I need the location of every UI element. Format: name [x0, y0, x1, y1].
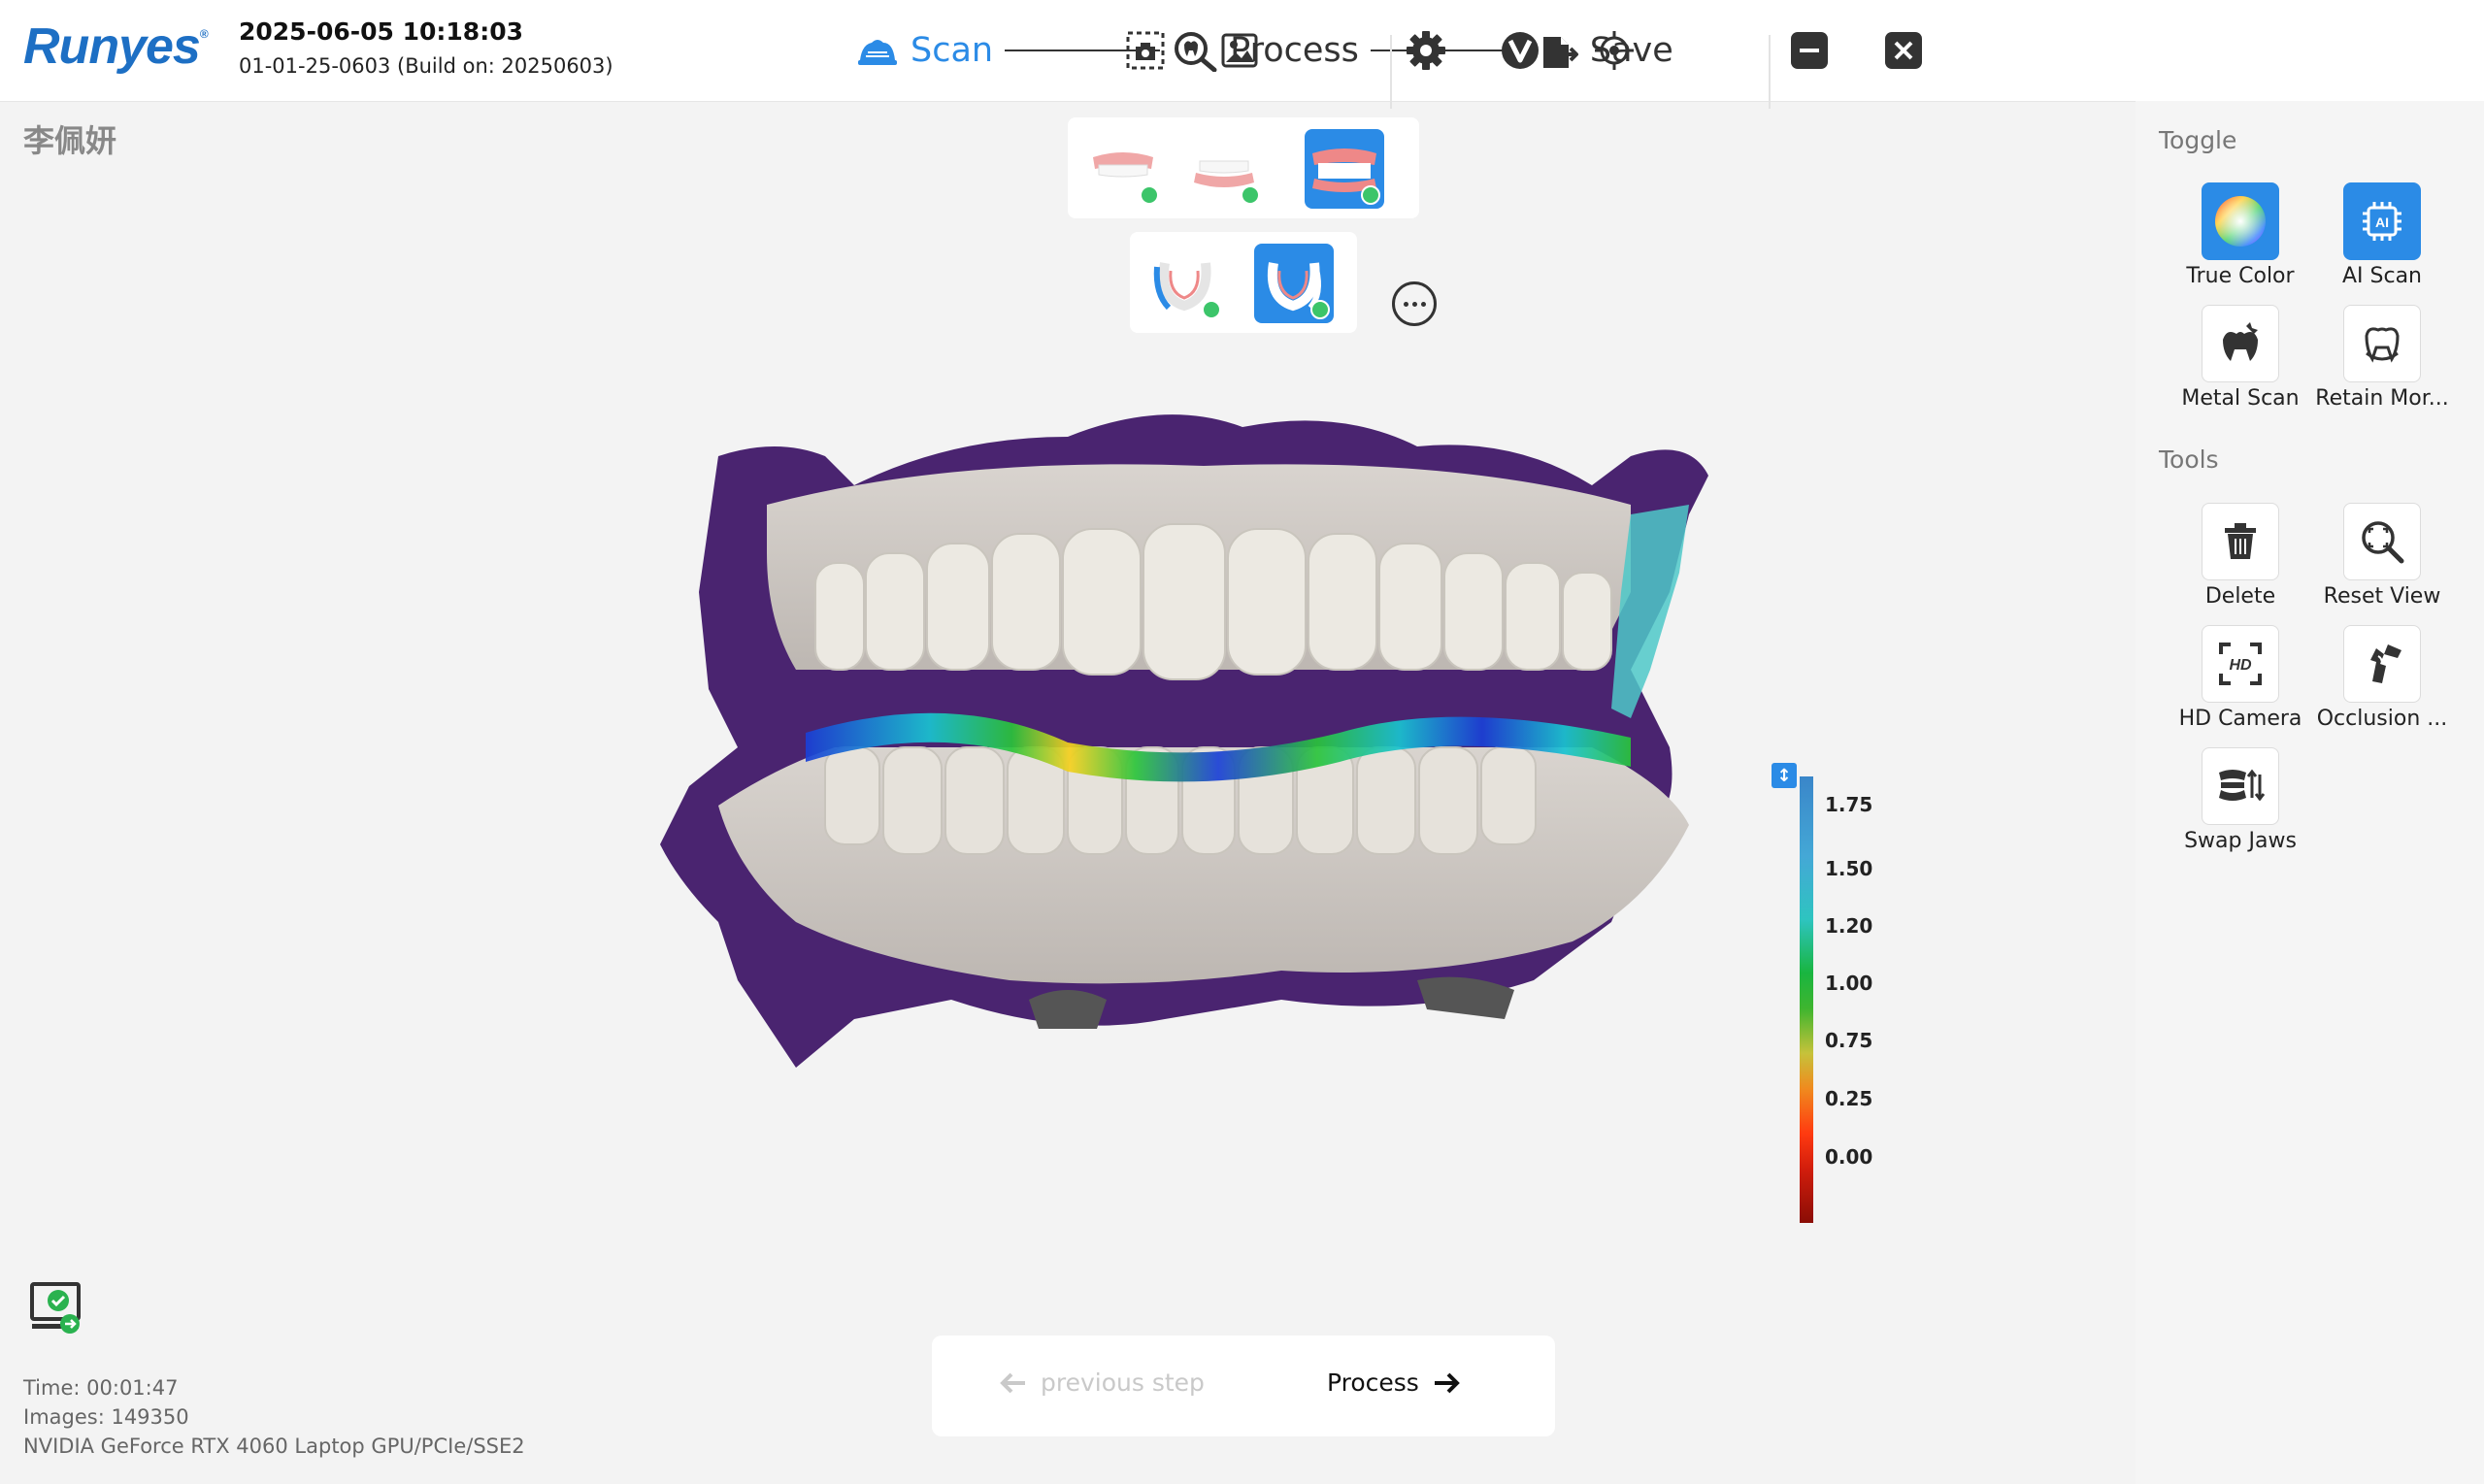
delete-tool[interactable]: Delete: [2172, 503, 2308, 609]
scan-stage-selector: [1068, 117, 1419, 218]
patient-name: 李佩妍: [23, 122, 117, 159]
settings-button[interactable]: [1397, 21, 1455, 80]
device-status-icon[interactable]: [29, 1281, 85, 1337]
tool-label: HD Camera: [2178, 707, 2302, 731]
locate-button[interactable]: [1585, 21, 1643, 80]
color-wheel-icon: [2215, 196, 2266, 247]
true-color-toggle[interactable]: True Color: [2172, 182, 2308, 288]
crosshair-icon: [1595, 31, 1634, 70]
occlusion-tool[interactable]: Occlusion ...: [2314, 625, 2450, 731]
scale-label: 0.75: [1825, 1029, 1873, 1052]
reset-view-tool[interactable]: Reset View: [2314, 503, 2450, 609]
ai-chip-icon: AI: [2363, 202, 2401, 241]
image-gallery-icon: [1221, 33, 1258, 68]
tool-label: AI Scan: [2341, 264, 2423, 288]
dot-icon: [1411, 301, 1417, 307]
previous-step-button[interactable]: previous step: [1000, 1369, 1205, 1397]
buccal-selector: [1130, 232, 1357, 333]
more-options-button[interactable]: [1392, 281, 1437, 326]
svg-text:HD: HD: [2229, 657, 2252, 674]
toggle-box: [2343, 305, 2421, 382]
tool-box: HD: [2202, 625, 2279, 703]
right-tool-panel: Toggle True Color AI AI Scan Metal Scan …: [2136, 101, 2484, 1484]
build-info: 01-01-25-0603 (Build on: 20250603): [239, 54, 613, 78]
close-button[interactable]: [1874, 21, 1933, 80]
hd-camera-icon: HD: [2219, 643, 2262, 685]
dental-3d-model[interactable]: [660, 398, 1805, 1097]
tool-box: [2202, 503, 2279, 580]
current-datetime: 2025-06-05 10:18:03: [239, 17, 523, 46]
occlusion-icon: [2370, 644, 2401, 683]
hd-camera-tool[interactable]: HD HD Camera: [2172, 625, 2308, 731]
metal-scan-toggle[interactable]: Metal Scan: [2172, 305, 2308, 411]
next-step-button[interactable]: Process: [1327, 1369, 1460, 1397]
arrow-left-icon: [1000, 1372, 1025, 1393]
step-scan[interactable]: Scan: [854, 31, 993, 70]
top-bar: Runyes® 2025-06-05 10:18:03 01-01-25-060…: [0, 0, 2484, 109]
toolbar-divider: [1390, 35, 1392, 109]
bite-button[interactable]: [1305, 129, 1384, 209]
tooth-scan-icon: [858, 40, 897, 65]
buccal-right-button[interactable]: [1254, 244, 1334, 323]
scale-toggle-button[interactable]: ↕: [1772, 763, 1797, 788]
deviation-color-scale: [1800, 776, 1813, 1223]
scale-label: 1.00: [1825, 972, 1873, 995]
retain-tooth-icon: [2365, 327, 2400, 363]
zoom-reset-icon: [2362, 521, 2404, 564]
minimize-icon: [1791, 32, 1828, 69]
scale-label: 1.75: [1825, 793, 1873, 816]
tool-label: Metal Scan: [2181, 386, 2300, 411]
vendor-button[interactable]: [1491, 21, 1549, 80]
completed-check-icon: [1361, 185, 1380, 205]
retain-morphology-toggle[interactable]: Retain Mor...: [2314, 305, 2450, 411]
trash-icon: [2225, 523, 2256, 559]
scale-label: 1.50: [1825, 857, 1873, 880]
tool-label: Delete: [2204, 584, 2276, 609]
step-navigation: previous step Process: [932, 1336, 1555, 1436]
gallery-button[interactable]: [1210, 21, 1269, 80]
completed-check-icon: [1140, 185, 1159, 205]
upper-jaw-button[interactable]: [1083, 129, 1163, 209]
tool-box: [2343, 625, 2421, 703]
minimize-button[interactable]: [1780, 21, 1838, 80]
scale-label: 0.25: [1825, 1087, 1873, 1110]
gear-icon: [1407, 31, 1445, 70]
scale-label: 1.20: [1825, 914, 1873, 938]
toggle-box: [2202, 305, 2279, 382]
ai-scan-toggle[interactable]: AI AI Scan: [2314, 182, 2450, 288]
toggle-box: AI: [2343, 182, 2421, 260]
tool-label: Swap Jaws: [2184, 829, 2297, 853]
screenshot-button[interactable]: [1116, 21, 1175, 80]
swap-jaws-tool[interactable]: Swap Jaws: [2172, 747, 2308, 853]
completed-check-icon: [1202, 300, 1221, 319]
image-count: Images: 149350: [23, 1405, 189, 1429]
scale-label: 0.00: [1825, 1145, 1873, 1169]
buccal-left-button[interactable]: [1145, 244, 1225, 323]
svg-text:AI: AI: [2375, 214, 2389, 230]
tool-label: Reset View: [2323, 584, 2441, 609]
app-logo: Runyes®: [23, 18, 209, 75]
close-icon: [1885, 32, 1922, 69]
completed-check-icon: [1241, 185, 1260, 205]
toggle-section-title: Toggle: [2159, 126, 2237, 154]
arrow-right-icon: [1434, 1372, 1460, 1393]
gpu-info: NVIDIA GeForce RTX 4060 Laptop GPU/PCIe/…: [23, 1435, 525, 1458]
tool-box: [2343, 503, 2421, 580]
swap-jaws-icon: [2219, 769, 2266, 802]
dot-icon: [1403, 301, 1408, 307]
scan-time: Time: 00:01:47: [23, 1376, 179, 1400]
toggle-box: [2202, 182, 2279, 260]
lower-jaw-button[interactable]: [1184, 129, 1264, 209]
metal-tooth-icon: [2223, 322, 2258, 361]
tool-label: True Color: [2186, 264, 2295, 288]
toolbar-divider: [1769, 35, 1771, 109]
screenshot-camera-icon: [1126, 31, 1165, 70]
tool-box: [2202, 747, 2279, 825]
dot-icon: [1420, 301, 1426, 307]
tool-label: Occlusion ...: [2316, 707, 2448, 731]
completed-check-icon: [1310, 300, 1330, 319]
tools-section-title: Tools: [2159, 445, 2219, 474]
tool-label: Retain Mor...: [2315, 386, 2449, 411]
v-logo-icon: [1502, 32, 1539, 69]
